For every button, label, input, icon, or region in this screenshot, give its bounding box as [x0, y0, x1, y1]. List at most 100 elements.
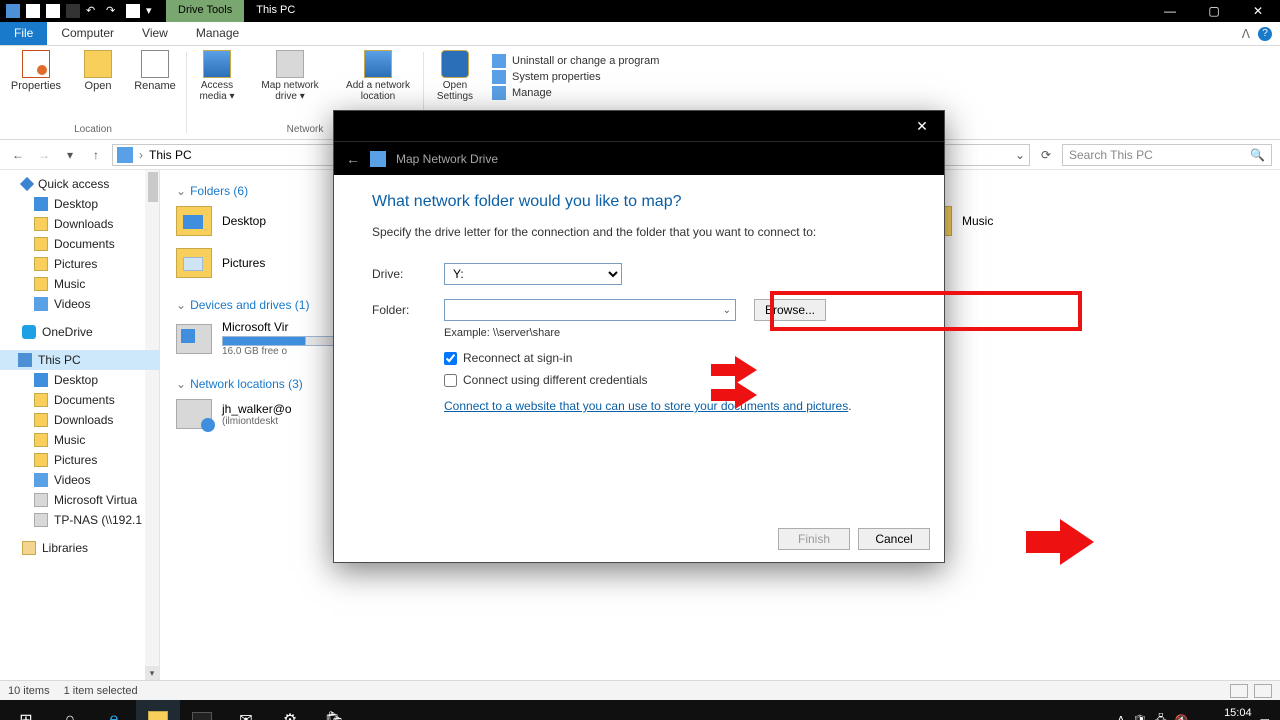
scroll-down-button[interactable]: ▾ [145, 666, 159, 680]
sidebar-item-videos[interactable]: Videos [0, 294, 159, 314]
folder-pictures[interactable]: Pictures [176, 248, 356, 278]
tab-manage[interactable]: Manage [182, 22, 253, 45]
clock[interactable]: 15:04 12/02/2019 [1197, 707, 1252, 720]
cancel-button[interactable]: Cancel [858, 528, 930, 550]
details-view-button[interactable] [1230, 684, 1248, 698]
sidebar-item-quick-access[interactable]: Quick access [0, 174, 159, 194]
folder-label: Folder: [372, 303, 444, 317]
sidebar-item-pictures[interactable]: Pictures [0, 450, 159, 470]
drive-select[interactable]: Y: [444, 263, 622, 285]
sidebar-item-desktop[interactable]: Desktop [0, 194, 159, 214]
action-center-button[interactable]: ▭ [1260, 714, 1270, 720]
up-button[interactable]: ↑ [86, 148, 106, 162]
sidebar-item-this-pc[interactable]: This PC [0, 350, 159, 370]
sidebar-item-label: This PC [38, 353, 81, 367]
folder-desktop[interactable]: Desktop [176, 206, 356, 236]
computer-icon [117, 147, 133, 163]
sidebar-item-desktop[interactable]: Desktop [0, 370, 159, 390]
chevron-down-icon[interactable]: ⌄ [1015, 148, 1025, 162]
chevron-down-icon[interactable]: ▾ [146, 4, 160, 18]
terminal-button[interactable] [180, 700, 224, 720]
edge-button[interactable]: e [92, 700, 136, 720]
mail-button[interactable]: ✉ [224, 700, 268, 720]
sidebar-item-documents[interactable]: Documents [0, 234, 159, 254]
sidebar-item-videos[interactable]: Videos [0, 470, 159, 490]
sidebar-item-label: Quick access [38, 177, 109, 191]
forward-button[interactable]: → [34, 148, 54, 162]
tray-volume-icon[interactable]: 🔇 [1175, 714, 1189, 720]
sidebar-item-pictures[interactable]: Pictures [0, 254, 159, 274]
map-network-drive-button[interactable]: Map network drive ▾ [253, 50, 327, 102]
rename-button[interactable]: Rename [130, 50, 180, 92]
network-drive-icon [34, 513, 48, 527]
add-network-location-button[interactable]: Add a network location [339, 50, 417, 102]
chevron-down-icon: ⌄ [723, 305, 731, 316]
help-icon[interactable]: ? [1258, 27, 1272, 41]
breadcrumb-item[interactable]: This PC [149, 148, 192, 162]
open-settings-button[interactable]: Open Settings [430, 50, 480, 102]
redo-icon[interactable]: ↷ [106, 4, 120, 18]
network-location-item[interactable]: jh_walker@o (ilmiontdeskt [176, 399, 356, 429]
videos-icon [34, 473, 48, 487]
tab-file[interactable]: File [0, 22, 47, 45]
browse-button[interactable]: Browse... [754, 299, 826, 321]
properties-button[interactable]: Properties [6, 50, 66, 92]
maximize-button[interactable]: ▢ [1192, 0, 1236, 22]
sidebar-item-nas[interactable]: TP-NAS (\\192.1 [0, 510, 159, 530]
undo-icon[interactable]: ↶ [86, 4, 100, 18]
tray-chevron-icon[interactable]: ᐱ [1117, 714, 1125, 720]
uninstall-program-button[interactable]: Uninstall or change a program [492, 54, 659, 68]
system-properties-button[interactable]: System properties [492, 70, 659, 84]
settings-button[interactable]: ⚙ [268, 700, 312, 720]
back-button[interactable]: ← [346, 151, 360, 167]
search-input[interactable]: Search This PC 🔍 [1062, 144, 1272, 166]
explorer-button[interactable] [136, 700, 180, 720]
manage-button[interactable]: Manage [492, 86, 659, 100]
sidebar-item-downloads[interactable]: Downloads [0, 410, 159, 430]
status-item-count: 10 items [8, 685, 50, 697]
connect-website-link[interactable]: Connect to a website that you can use to… [444, 399, 848, 413]
media-icon [203, 50, 231, 78]
sidebar-item-music[interactable]: Music [0, 274, 159, 294]
dialog-subtitle: Map Network Drive [396, 152, 498, 166]
star-icon [20, 177, 34, 191]
qat-icon[interactable] [126, 4, 140, 18]
sidebar-item-downloads[interactable]: Downloads [0, 214, 159, 234]
sidebar-item-music[interactable]: Music [0, 430, 159, 450]
qat-icon[interactable] [66, 4, 80, 18]
store-button[interactable]: 🛍 [312, 700, 356, 720]
gear-icon [441, 50, 469, 78]
search-button[interactable]: ○ [48, 700, 92, 720]
sidebar-item-libraries[interactable]: Libraries [0, 538, 159, 558]
collapse-ribbon-icon[interactable]: ᐱ [1242, 27, 1250, 41]
minimize-button[interactable]: — [1148, 0, 1192, 22]
back-button[interactable]: ← [8, 148, 28, 162]
credentials-checkbox[interactable] [444, 374, 457, 387]
qat-icon[interactable] [26, 4, 40, 18]
reconnect-checkbox[interactable] [444, 352, 457, 365]
reconnect-checkbox-row: Reconnect at sign-in [444, 351, 906, 365]
folder-combobox[interactable]: ⌄ [444, 299, 736, 321]
sidebar-item-label: Downloads [54, 413, 113, 427]
finish-button[interactable]: Finish [778, 528, 850, 550]
tab-drive-tools[interactable]: Drive Tools [166, 0, 244, 22]
drive-row: Drive: Y: [372, 263, 906, 285]
tray-security-icon[interactable]: 🛡 [1133, 714, 1147, 720]
drive-c[interactable]: Microsoft Vir 16.0 GB free o [176, 320, 356, 357]
button-label: Open Settings [430, 80, 480, 102]
sidebar-item-onedrive[interactable]: OneDrive [0, 322, 159, 342]
qat-icon[interactable] [46, 4, 60, 18]
tab-view[interactable]: View [128, 22, 182, 45]
recent-locations-button[interactable]: ▾ [60, 148, 80, 162]
start-button[interactable]: ⊞ [4, 700, 48, 720]
close-button[interactable]: ✕ [900, 111, 944, 141]
sidebar-item-documents[interactable]: Documents [0, 390, 159, 410]
sidebar-item-vm[interactable]: Microsoft Virtua [0, 490, 159, 510]
icons-view-button[interactable] [1254, 684, 1272, 698]
open-button[interactable]: Open [78, 50, 118, 92]
access-media-button[interactable]: Access media ▾ [193, 50, 241, 102]
close-button[interactable]: ✕ [1236, 0, 1280, 22]
tray-network-icon[interactable]: 🖧 [1155, 711, 1167, 720]
tab-computer[interactable]: Computer [47, 22, 128, 45]
refresh-button[interactable]: ⟳ [1036, 148, 1056, 162]
